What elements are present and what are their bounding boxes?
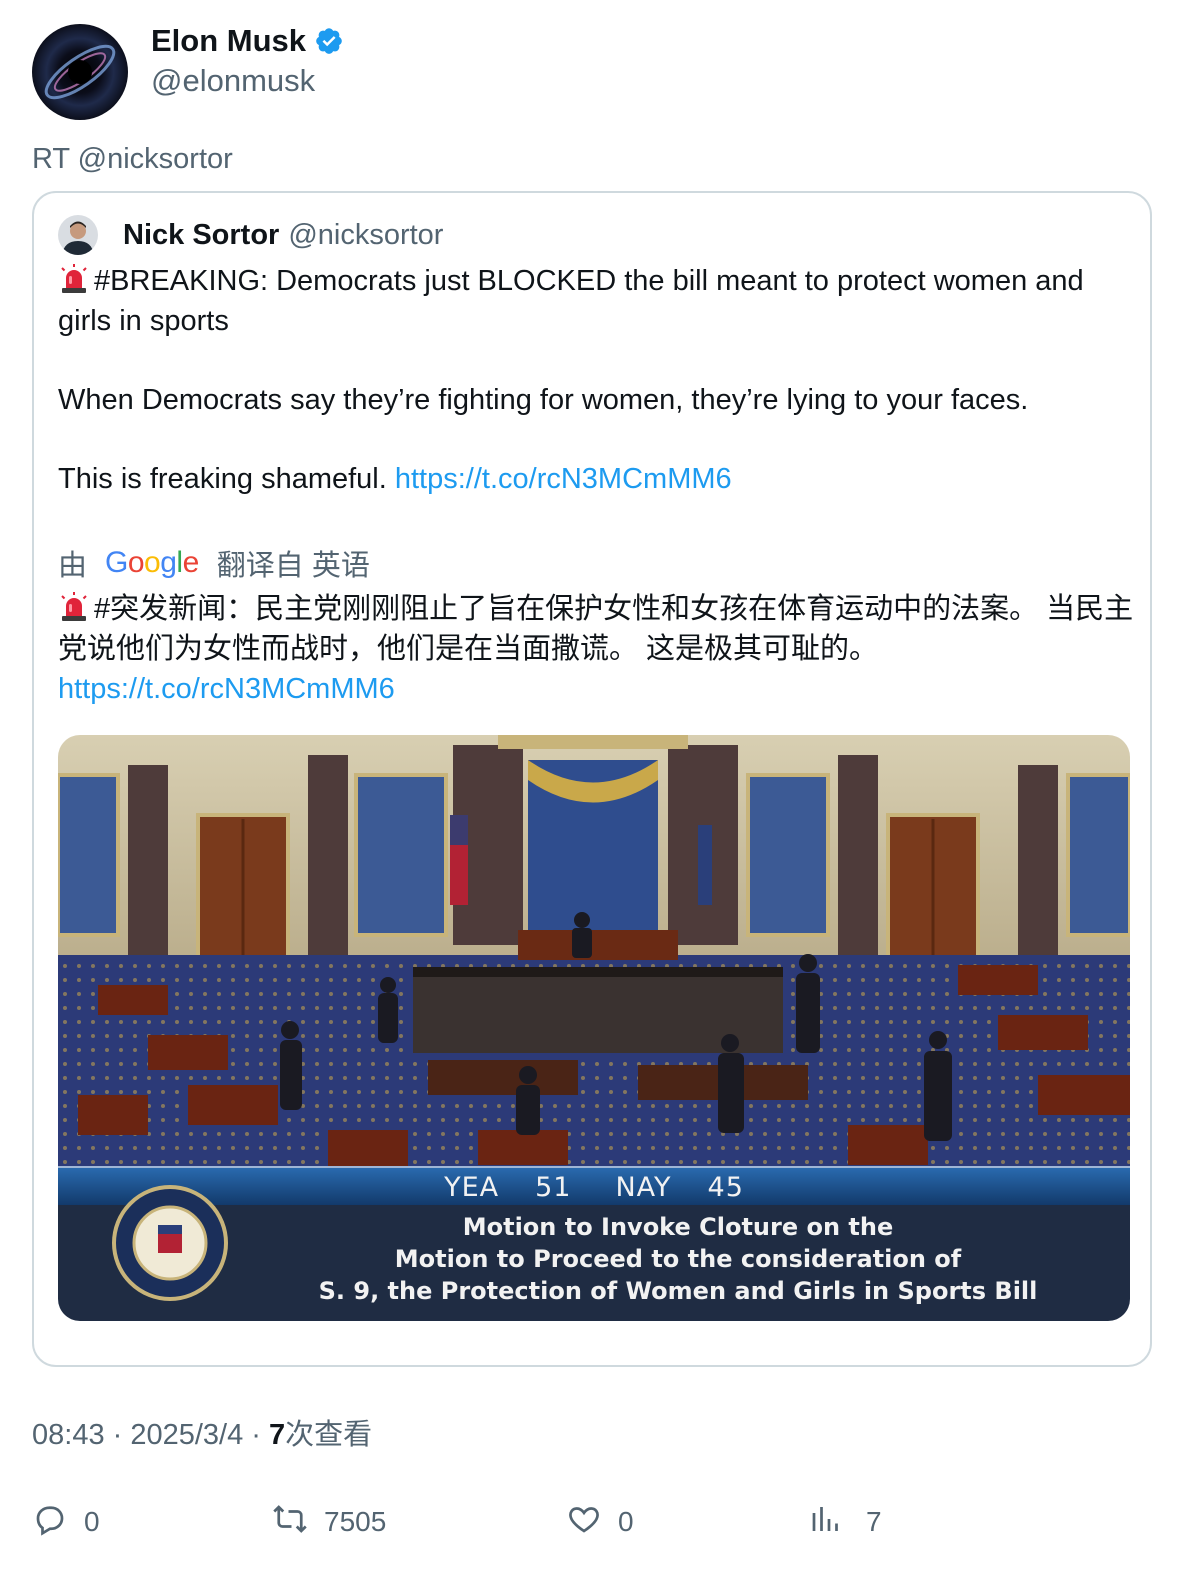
siren-emoji-icon	[58, 591, 90, 623]
translate-from-label: 翻译自 英语	[216, 550, 370, 582]
google-logo: Google	[105, 546, 199, 579]
views-label: 次查看	[285, 1419, 373, 1451]
reply-icon	[32, 1501, 68, 1544]
quoted-paragraph-2: When Democrats say they’re fighting for …	[58, 384, 1029, 416]
quoted-tweet-text: #BREAKING: Democrats just BLOCKED the bi…	[58, 261, 1138, 499]
reply-count: 0	[84, 1506, 100, 1537]
translated-link[interactable]: https://t.co/rcN3MCmMM6	[58, 673, 395, 705]
post-header: Elon Musk @elonmusk	[32, 23, 344, 120]
heart-icon	[566, 1501, 602, 1544]
analytics-icon	[808, 1501, 844, 1544]
translation-attribution: 由 Google 翻译自 英语	[58, 543, 370, 583]
like-count: 0	[618, 1506, 634, 1537]
quoted-text-line-1: #BREAKING: Democrats just BLOCKED the bi…	[58, 265, 1084, 337]
author-avatar[interactable]	[32, 24, 128, 120]
quoted-author-avatar[interactable]	[58, 215, 98, 255]
quoted-author-handle[interactable]: @nicksortor	[288, 219, 443, 252]
nay-count: 45	[707, 1171, 744, 1203]
translated-text: #突发新闻：民主党刚刚阻止了旨在保护女性和女孩在体育运动中的法案。 当民主党说他…	[58, 589, 1138, 709]
quoted-avatar-image	[58, 215, 98, 255]
repost-icon	[272, 1501, 308, 1544]
caption-line-2: Motion to Proceed to the consideration o…	[394, 1245, 962, 1273]
quoted-paragraph-3: This is freaking shameful. https://t.co/…	[58, 459, 1138, 499]
media-video-thumbnail[interactable]: YEA 51 NAY 45 Motion to Invoke Cloture o…	[58, 735, 1130, 1321]
motion-caption: Motion to Invoke Cloture on the Motion t…	[258, 1211, 1098, 1307]
vote-tally-bar: YEA 51 NAY 45	[58, 1171, 1130, 1203]
quoted-tweet-card[interactable]: Nick Sortor @nicksortor #BREAKING: Democ…	[32, 191, 1152, 1367]
verified-badge-icon	[314, 26, 344, 56]
yea-label: YEA	[444, 1171, 500, 1203]
like-button[interactable]: 0	[566, 1500, 634, 1544]
post-timestamp[interactable]: 08:43 · 2025/3/4 ·	[32, 1419, 269, 1451]
repost-count: 7505	[324, 1506, 387, 1537]
quoted-header: Nick Sortor @nicksortor	[58, 215, 443, 255]
author-handle[interactable]: @elonmusk	[151, 61, 344, 101]
reply-button[interactable]: 0	[32, 1500, 100, 1544]
caption-line-3: S. 9, the Protection of Women and Girls …	[318, 1277, 1038, 1305]
yea-count: 51	[535, 1171, 572, 1203]
translate-by-label: 由	[58, 550, 88, 582]
author-display-name[interactable]: Elon Musk	[151, 23, 306, 59]
nay-label: NAY	[615, 1171, 672, 1203]
views-count: 7	[269, 1419, 286, 1451]
quoted-text-line-3: This is freaking shameful.	[58, 463, 395, 495]
quoted-paragraph-1: #BREAKING: Democrats just BLOCKED the bi…	[58, 261, 1138, 341]
translated-text-body: #突发新闻：民主党刚刚阻止了旨在保护女性和女孩在体育运动中的法案。 当民主党说他…	[58, 593, 1134, 665]
views-button[interactable]: 7	[808, 1500, 882, 1544]
avatar-image	[32, 24, 128, 120]
retweet-text: RT @nicksortor	[32, 143, 233, 175]
siren-emoji-icon	[58, 263, 90, 295]
quoted-tweet-link[interactable]: https://t.co/rcN3MCmMM6	[395, 463, 732, 495]
views-action-count: 7	[866, 1506, 882, 1537]
quoted-author-name[interactable]: Nick Sortor	[123, 219, 279, 252]
timestamp-row: 08:43 · 2025/3/4 · 7次查看	[32, 1416, 372, 1454]
repost-button[interactable]: 7505	[272, 1500, 386, 1544]
action-bar: 0 7505 0 7	[32, 1500, 1152, 1544]
caption-line-1: Motion to Invoke Cloture on the	[462, 1213, 894, 1241]
